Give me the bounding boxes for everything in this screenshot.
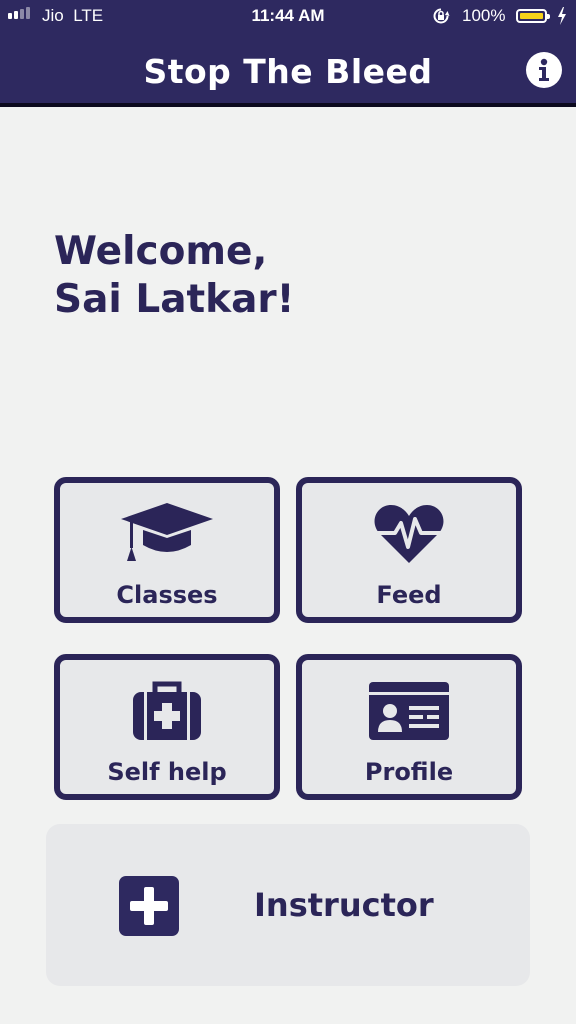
instructor-label: Instructor (254, 886, 434, 924)
self-help-button[interactable]: Self help (54, 654, 280, 800)
charging-bolt-icon (558, 7, 566, 25)
instructor-button[interactable]: Instructor (46, 824, 530, 986)
welcome-user-name: Sai Latkar! (54, 277, 295, 322)
classes-label: Classes (116, 581, 218, 609)
classes-button[interactable]: Classes (54, 477, 280, 623)
info-button[interactable] (526, 52, 562, 88)
battery-icon (516, 9, 550, 23)
app-title: Stop The Bleed (143, 52, 433, 91)
orientation-lock-icon (433, 8, 450, 24)
self-help-label: Self help (107, 758, 227, 786)
info-icon (539, 58, 549, 81)
status-bar: Jio LTE 11:44 AM 100% (0, 0, 576, 32)
plus-square-icon (119, 876, 179, 936)
welcome-message: Welcome, Sai Latkar! (54, 228, 294, 324)
battery-percent: 100% (462, 6, 506, 25)
battery-fill (520, 13, 543, 19)
heart-pulse-icon (374, 505, 444, 563)
feed-label: Feed (376, 581, 442, 609)
id-card-icon (369, 682, 449, 740)
graduation-cap-icon (121, 503, 213, 561)
app-header: Jio LTE 11:44 AM 100% Stop The Bleed (0, 0, 576, 107)
first-aid-kit-icon (133, 681, 201, 740)
welcome-greeting: Welcome, (54, 229, 268, 274)
feed-button[interactable]: Feed (296, 477, 522, 623)
profile-label: Profile (364, 758, 454, 786)
profile-button[interactable]: Profile (296, 654, 522, 800)
